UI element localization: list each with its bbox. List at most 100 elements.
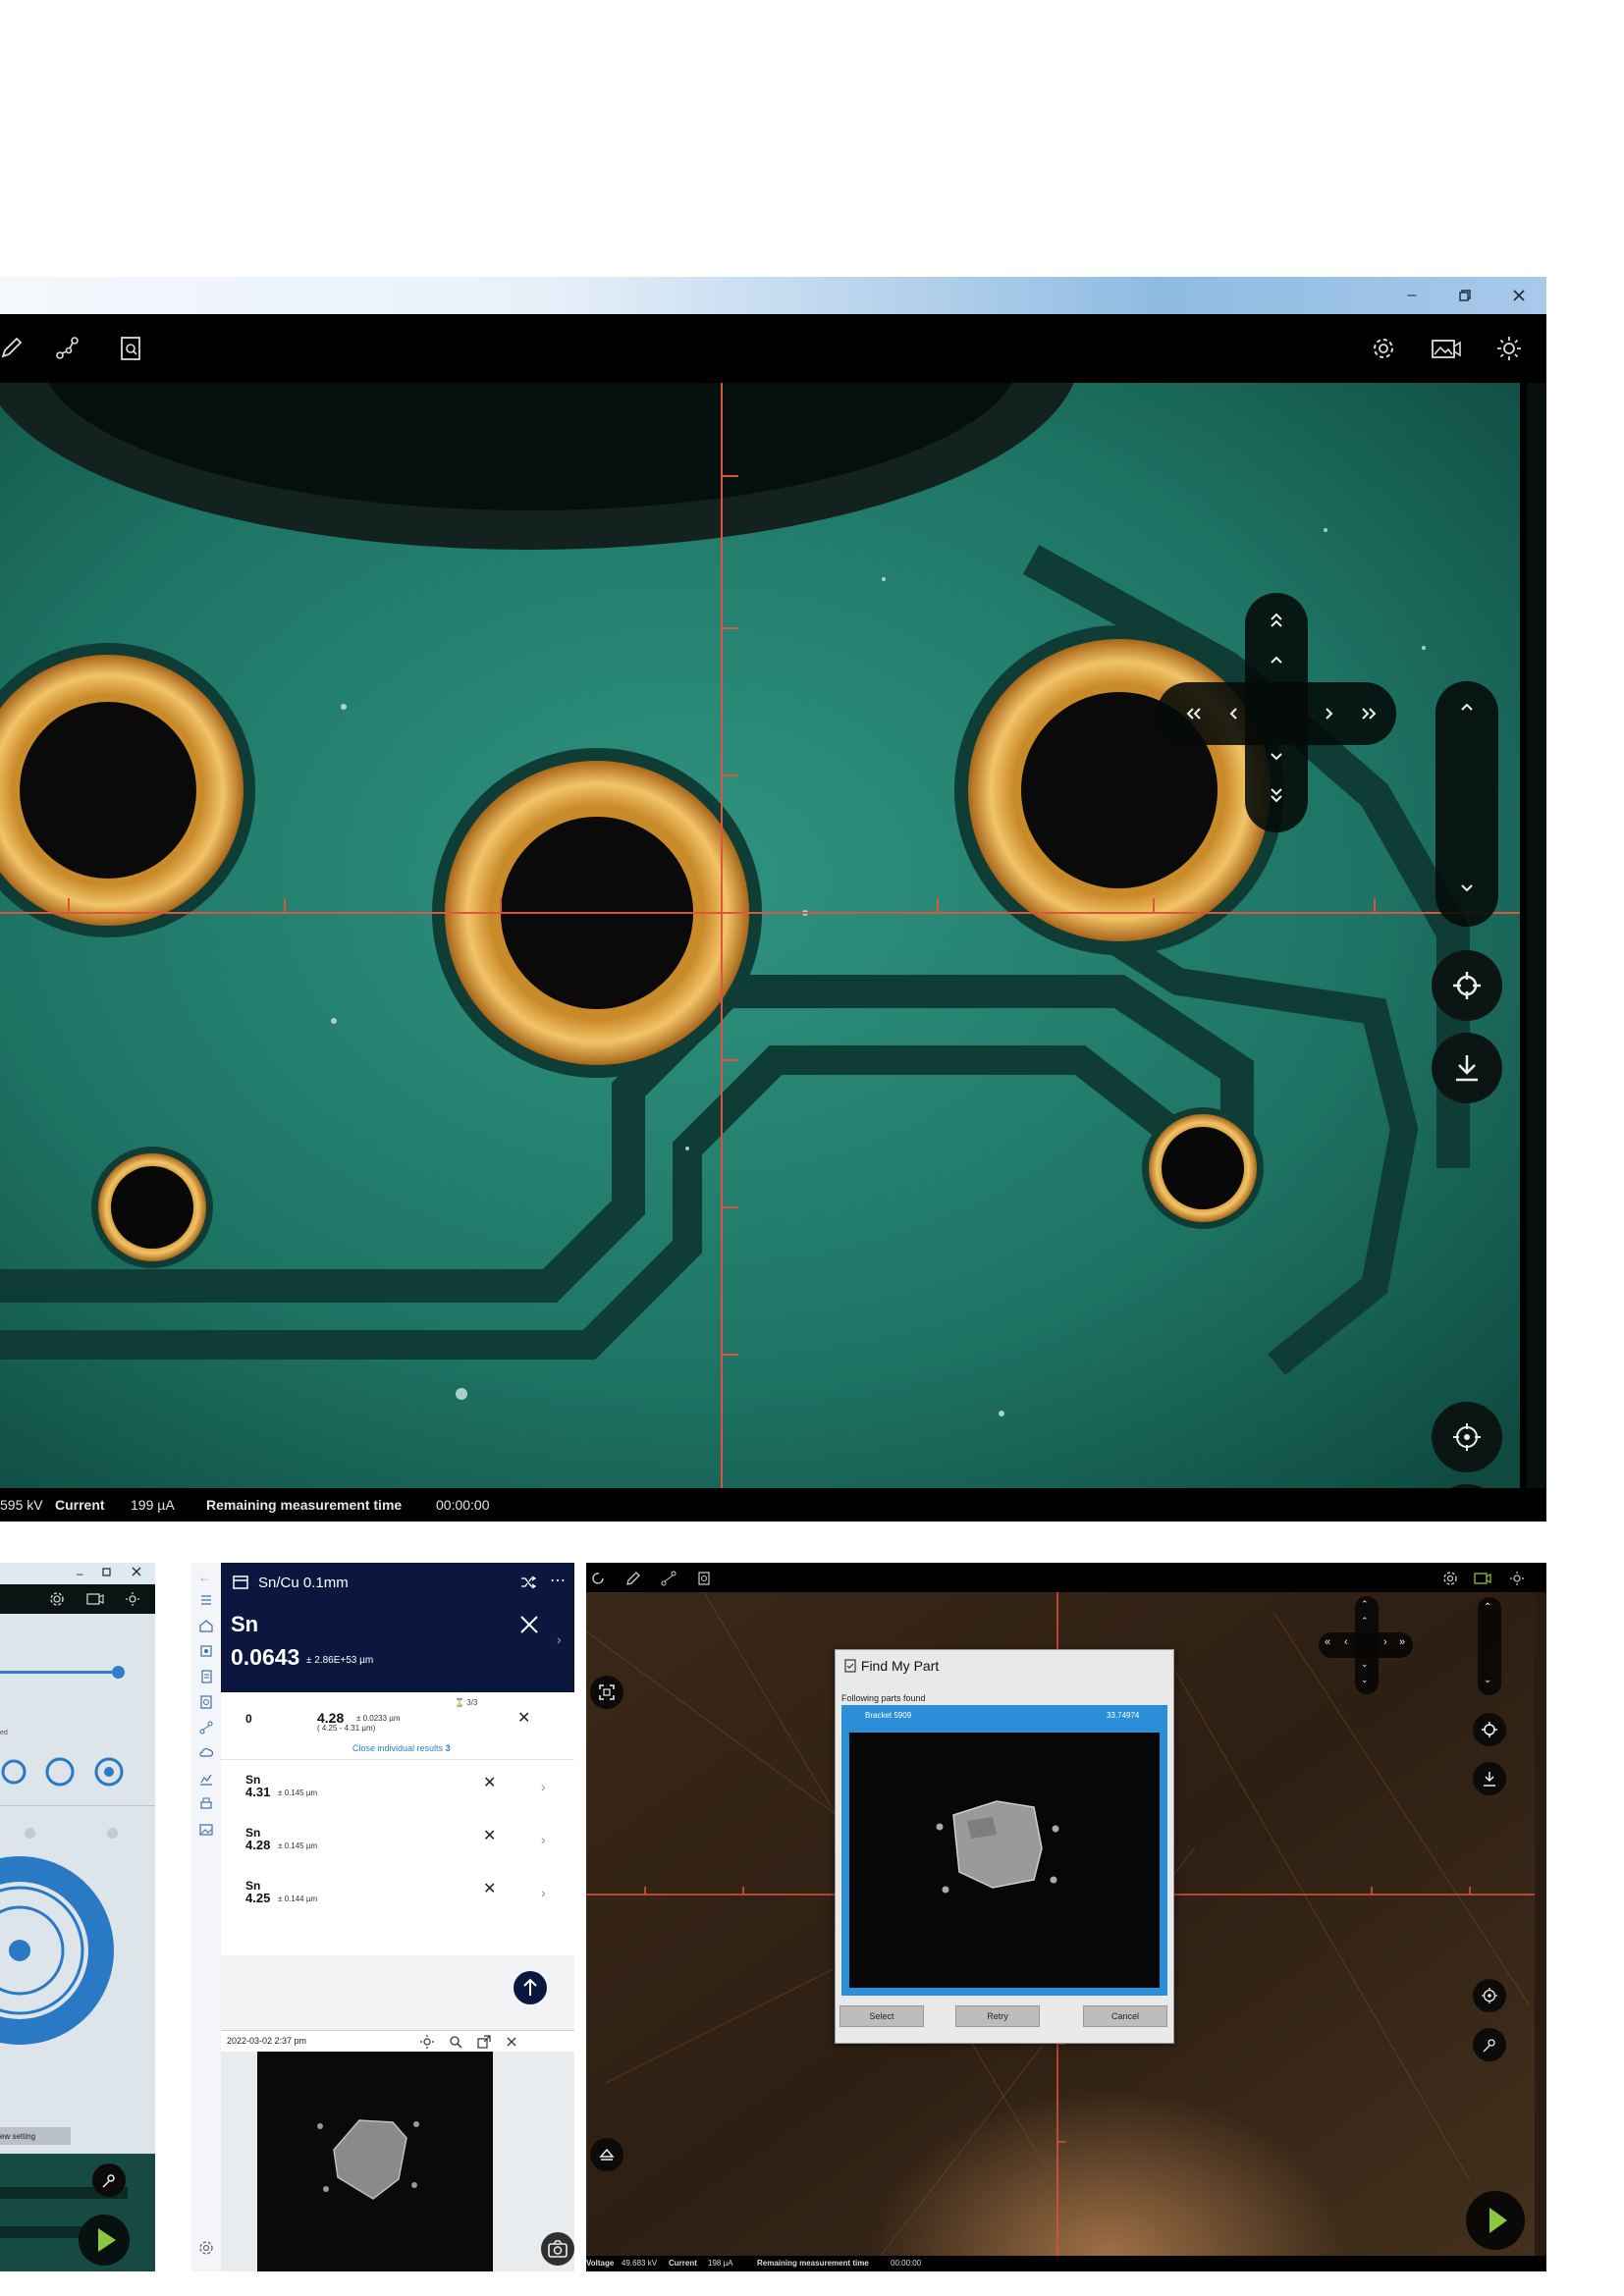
center-target-button[interactable] — [1473, 1713, 1506, 1746]
probe-button[interactable] — [1473, 2028, 1506, 2061]
scroll-up-button[interactable] — [514, 1971, 547, 2004]
report-button[interactable] — [114, 332, 147, 365]
camera-view[interactable] — [0, 2154, 155, 2271]
gear-icon[interactable] — [198, 2240, 214, 2256]
part-match-row[interactable]: Bracket 5909 33.74974 — [841, 1705, 1167, 1725]
move-left-fast-button[interactable]: « — [1325, 1636, 1330, 1648]
path-icon[interactable] — [198, 1720, 214, 1735]
settings-button[interactable] — [1367, 332, 1400, 365]
microscope-camera-view[interactable]: ⌃ ⌃ ⌄ ⌄ « ‹ › » ⌃ ⌄ Find My Part Followi… — [586, 1592, 1535, 2256]
illumination-ring-selector[interactable] — [0, 1854, 116, 2047]
close-button[interactable] — [1507, 285, 1531, 306]
image-icon[interactable] — [198, 1822, 214, 1838]
list-item[interactable]: Sn 4.25 ± 0.144 µm ✕ › — [221, 1873, 574, 1926]
position-target-button[interactable] — [1473, 1979, 1506, 2012]
chart-icon[interactable] — [198, 1771, 214, 1787]
path-tool-button[interactable] — [51, 332, 84, 365]
back-button[interactable]: ← — [198, 1571, 214, 1586]
report-icon[interactable] — [198, 1694, 214, 1710]
restore-button[interactable] — [1453, 285, 1477, 306]
cloud-icon[interactable] — [198, 1745, 214, 1761]
path-icon[interactable] — [661, 1571, 677, 1586]
probe-button[interactable] — [92, 2163, 126, 2197]
position-target-button[interactable] — [1432, 1402, 1502, 1472]
pencil-icon[interactable] — [625, 1571, 641, 1586]
move-down-button[interactable]: ⌄ — [1361, 1659, 1369, 1670]
capture-button[interactable] — [541, 2232, 574, 2266]
ring-option-1[interactable] — [0, 1758, 27, 1786]
move-down-fast-button[interactable] — [1257, 775, 1296, 815]
brightness-button[interactable] — [125, 1591, 140, 1607]
list-item[interactable]: Sn 4.31 ± 0.145 µm ✕ › — [221, 1767, 574, 1820]
home-icon[interactable] — [198, 1618, 214, 1633]
move-down-button[interactable] — [1257, 737, 1296, 776]
chevron-right-icon[interactable]: › — [541, 1832, 546, 1847]
remove-reading-button[interactable]: ✕ — [483, 1879, 496, 1898]
camera-view-button[interactable] — [86, 1592, 104, 1605]
fit-view-button[interactable] — [590, 1676, 623, 1709]
list-item[interactable]: Sn 4.28 ± 0.145 µm ✕ › — [221, 1820, 574, 1873]
chevron-right-icon[interactable]: › — [541, 1779, 546, 1794]
settings-button[interactable] — [49, 1591, 65, 1607]
restore-button[interactable] — [102, 1567, 112, 1576]
sun-icon[interactable] — [1509, 1571, 1525, 1586]
z-up-button[interactable]: ⌃ — [1484, 1602, 1491, 1613]
summary-row[interactable]: ⌛ 3/3 0 4.28 ± 0.0233 µm ( 4.25 - 4.31 µ… — [221, 1692, 574, 1760]
move-right-fast-button[interactable]: » — [1399, 1636, 1405, 1648]
move-right-button[interactable]: › — [1383, 1636, 1387, 1648]
select-button[interactable]: Select — [839, 2005, 924, 2027]
more-options-button[interactable]: ⋯ — [550, 1571, 566, 1590]
ring-option-2[interactable] — [45, 1757, 75, 1787]
move-right-fast-button[interactable] — [1349, 694, 1388, 733]
menu-icon[interactable] — [198, 1592, 214, 1608]
move-up-fast-button[interactable]: ⌃ — [1361, 1599, 1369, 1610]
move-left-button[interactable]: ‹ — [1344, 1636, 1348, 1648]
document-icon[interactable] — [198, 1669, 214, 1684]
z-down-button[interactable] — [1447, 869, 1487, 908]
start-measurement-button[interactable] — [1466, 2191, 1525, 2250]
move-left-fast-button[interactable] — [1174, 694, 1214, 733]
ring-option-3[interactable] — [94, 1757, 124, 1787]
view-setting-button[interactable]: ew setting — [0, 2127, 71, 2145]
move-up-fast-button[interactable] — [1257, 601, 1296, 640]
open-external-icon[interactable] — [477, 2035, 491, 2049]
intensity-slider-thumb[interactable] — [112, 1666, 125, 1679]
microscope-camera-view[interactable] — [0, 383, 1527, 1488]
move-up-button[interactable] — [1257, 640, 1296, 679]
move-right-button[interactable] — [1310, 694, 1349, 733]
remove-reading-button[interactable]: ✕ — [483, 1826, 496, 1845]
move-down-fast-button[interactable]: ⌄ — [1361, 1675, 1369, 1685]
camera-view-button[interactable] — [1430, 332, 1463, 365]
measure-icon[interactable] — [198, 1643, 214, 1659]
minimize-button[interactable]: – — [1400, 285, 1424, 306]
remove-reading-button[interactable]: ✕ — [483, 1773, 496, 1792]
shuffle-icon[interactable] — [520, 1575, 536, 1589]
brightness-button[interactable] — [1492, 332, 1526, 365]
pencil-button[interactable] — [0, 332, 27, 365]
sun-icon[interactable] — [420, 2035, 434, 2049]
move-left-button[interactable] — [1214, 694, 1253, 733]
refresh-icon[interactable] — [590, 1571, 606, 1586]
chevron-right-icon[interactable]: › — [557, 1631, 562, 1647]
download-button[interactable] — [1432, 1033, 1502, 1103]
image-camera-icon[interactable] — [1474, 1572, 1491, 1584]
zoom-icon[interactable] — [449, 2035, 462, 2049]
center-target-button[interactable] — [1432, 950, 1502, 1021]
minimize-button[interactable]: – — [77, 1567, 83, 1580]
remove-summary-button[interactable]: ✕ — [517, 1708, 530, 1728]
download-button[interactable] — [1473, 1762, 1506, 1795]
eject-button[interactable] — [590, 2138, 623, 2171]
close-button[interactable] — [132, 1567, 141, 1576]
move-up-button[interactable]: ⌃ — [1361, 1616, 1369, 1627]
retry-button[interactable]: Retry — [955, 2005, 1040, 2027]
chevron-right-icon[interactable]: › — [541, 1885, 546, 1900]
print-icon[interactable] — [198, 1796, 214, 1812]
start-measurement-button[interactable] — [79, 2215, 130, 2266]
close-individual-results-link[interactable]: Close individual results 3 — [352, 1743, 451, 1753]
close-icon[interactable] — [506, 2036, 517, 2048]
gear-icon[interactable] — [1442, 1571, 1458, 1586]
z-up-button[interactable] — [1447, 687, 1487, 726]
close-icon[interactable] — [518, 1614, 540, 1635]
z-down-button[interactable]: ⌄ — [1484, 1675, 1491, 1685]
report-icon[interactable] — [696, 1571, 712, 1586]
